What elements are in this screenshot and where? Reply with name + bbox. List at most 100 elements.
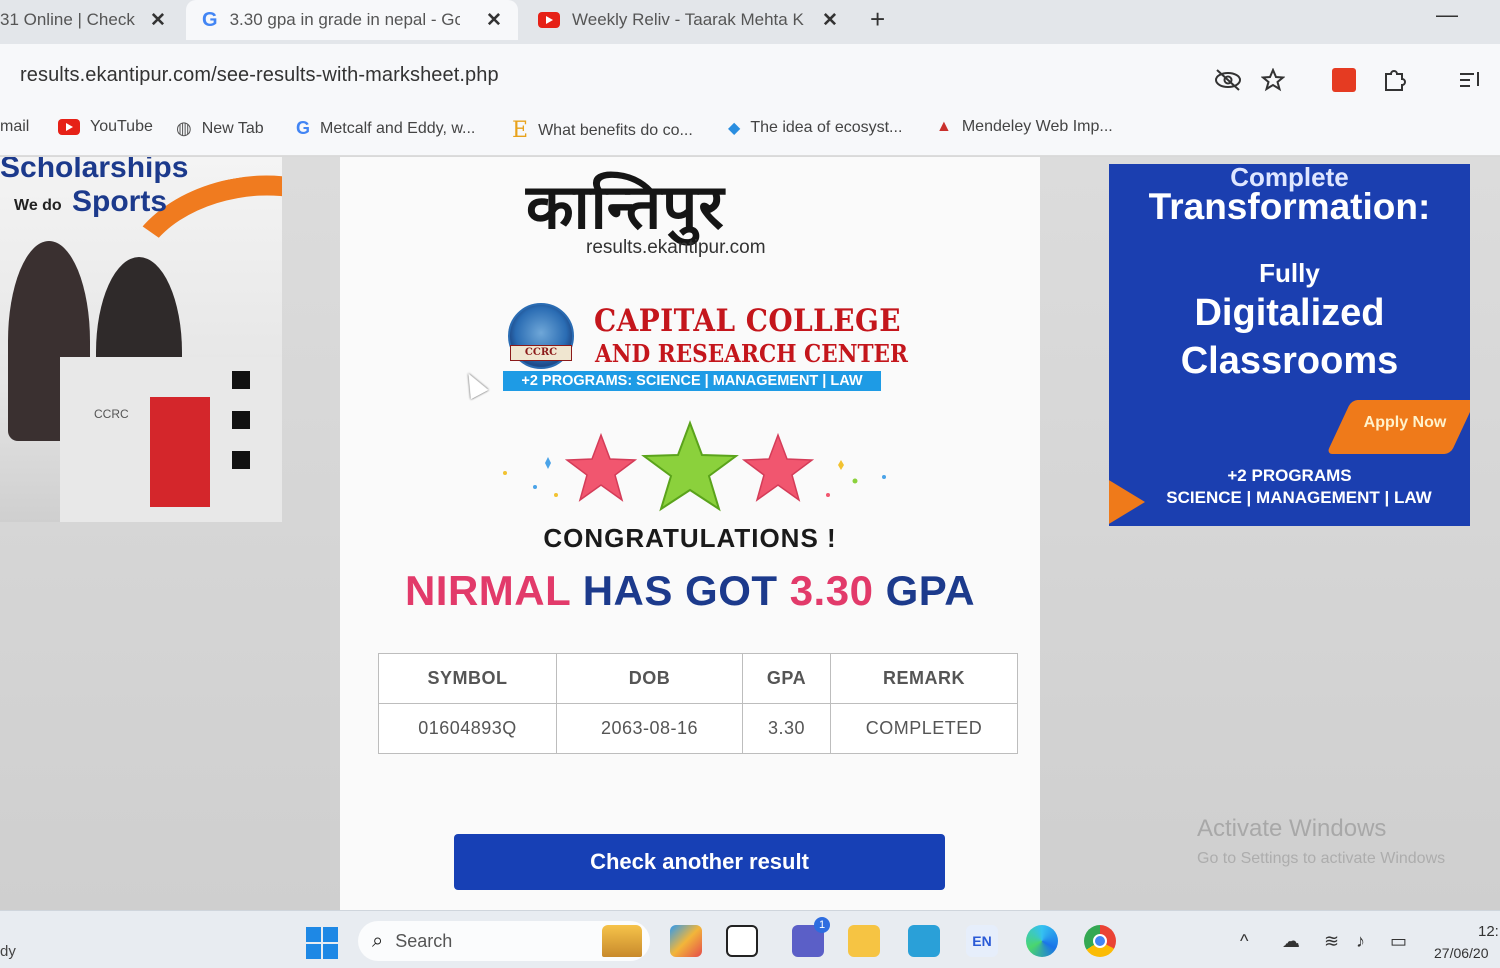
college-building-image: CCRC [60, 357, 282, 522]
bookmark-label: mail [0, 118, 30, 135]
ad-we-do-text: We do [14, 197, 62, 214]
task-view-icon[interactable] [726, 925, 758, 957]
bookmark-mendeley[interactable]: ▲ Mendeley Web Imp... [936, 118, 1113, 136]
ad-classrooms-text: Classrooms [1180, 340, 1399, 382]
college-name-line2: AND RESEARCH CENTER [595, 339, 908, 368]
ad-sports-text: Sports [72, 185, 168, 218]
student-name: NIRMAL [404, 567, 571, 614]
congratulations-heading: CONGRATULATIONS ! [543, 523, 837, 553]
browser-tab-strip: 31 Online | Check ✕ G 3.30 gpa in grade … [0, 0, 1500, 44]
college-programs-banner: +2 PROGRAMS: SCIENCE | MANAGEMENT | LAW [503, 371, 881, 391]
ad-fully-text: Fully [1259, 258, 1320, 288]
ad-programs-text: +2 PROGRAMS [1227, 466, 1352, 485]
taskbar-search-box[interactable]: ⌕ Search [358, 921, 650, 961]
globe-icon: ◍ [176, 118, 192, 138]
google-icon: G [202, 8, 218, 31]
column-header-remark: REMARK [830, 653, 1018, 704]
bookmark-what-benefits[interactable]: E What benefits do co... [512, 118, 693, 143]
reading-list-icon[interactable] [1458, 70, 1484, 90]
ad-scholarships-text: Scholarships [0, 157, 189, 184]
battery-icon[interactable]: ▭ [1390, 931, 1407, 952]
youtube-icon [538, 12, 560, 28]
cloud-icon[interactable]: ☁ [1282, 931, 1300, 952]
puzzle-icon[interactable] [1382, 66, 1408, 92]
cell-gpa: 3.30 [742, 703, 831, 754]
monitor-icon[interactable] [908, 925, 940, 957]
copilot-icon[interactable] [670, 925, 702, 957]
youtube-icon [58, 119, 80, 135]
taskbar-time[interactable]: 12: [1478, 923, 1499, 940]
table-row: 01604893Q 2063-08-16 3.30 COMPLETED [378, 703, 1018, 754]
cell-dob: 2063-08-16 [556, 703, 743, 754]
bookmark-label: What benefits do co... [538, 121, 693, 139]
right-advertisement[interactable]: Complete Transformation: Fully Digitaliz… [1109, 164, 1470, 526]
left-advertisement[interactable]: Scholarships We do Sports CCRC [0, 157, 282, 522]
tab-title: 31 Online | Check [0, 10, 135, 29]
tab-youtube-video[interactable]: Weekly Reliv - Taarak Mehta Ka ✕ [524, 0, 854, 40]
gpa-headline: NIRMAL HAS GOT 3.30 GPA [340, 567, 1040, 615]
bookmarks-bar: mail YouTube ◍ New Tab G Metcalf and Edd… [0, 104, 1500, 156]
language-icon[interactable]: EN [966, 925, 998, 957]
apply-now-button[interactable]: Apply Now [1345, 414, 1465, 432]
windows-start-icon[interactable] [306, 927, 338, 959]
building-window [232, 371, 250, 389]
column-header-symbol: SYMBOL [378, 653, 557, 704]
building-window [232, 411, 250, 429]
cell-symbol: 01604893Q [378, 703, 557, 754]
search-highlight-icon [602, 925, 642, 957]
bookmark-ecosystem[interactable]: ◆ The idea of ecosyst... [728, 118, 902, 138]
cell-remark: COMPLETED [830, 703, 1018, 754]
taskbar-date[interactable]: 27/06/20 [1434, 945, 1489, 961]
check-another-result-button[interactable]: Check another result [454, 834, 945, 890]
column-header-gpa: GPA [742, 653, 831, 704]
tab-title: 3.30 gpa in grade in nepal - Go [229, 10, 460, 29]
celebration-stars-icon [503, 420, 886, 512]
ad-streams-text: SCIENCE | MANAGEMENT | LAW [1166, 488, 1432, 507]
url-field[interactable]: results.ekantipur.com/see-results-with-m… [20, 64, 499, 87]
close-tab-icon[interactable]: ✕ [150, 9, 166, 32]
star-icon[interactable] [1261, 68, 1285, 92]
result-panel: कान्तिपुर results.ekantipur.com CCRC CAP… [340, 157, 1040, 910]
headline-gpa-value: 3.30 [789, 567, 874, 614]
ad-digitalized-text: Digitalized [1194, 292, 1385, 334]
bookmark-youtube[interactable]: YouTube [58, 118, 153, 136]
tab-online-check[interactable]: 31 Online | Check ✕ [0, 0, 180, 40]
chevron-up-icon[interactable]: ^ [1240, 931, 1248, 952]
extension-red-icon[interactable] [1332, 68, 1356, 92]
tab-google-search[interactable]: G 3.30 gpa in grade in nepal - Go ✕ [186, 0, 518, 40]
bookmark-label: Mendeley Web Imp... [961, 118, 1113, 135]
bookmark-metcalf[interactable]: G Metcalf and Eddy, w... [296, 118, 475, 139]
eye-off-icon[interactable] [1214, 68, 1242, 92]
bookmark-label: New Tab [201, 119, 264, 137]
chrome-icon[interactable] [1084, 925, 1116, 957]
tab-title: Weekly Reliv - Taarak Mehta Ka [572, 10, 804, 29]
site-url-text: results.ekantipur.com [586, 237, 766, 258]
volume-icon[interactable]: ♪ [1356, 931, 1365, 952]
close-tab-icon[interactable]: ✕ [486, 9, 502, 32]
search-placeholder: Search [395, 930, 453, 951]
chrome-center [1093, 934, 1107, 948]
result-table: SYMBOL DOB GPA REMARK 01604893Q 2063-08-… [378, 653, 1018, 754]
diamond-icon: ◆ [728, 120, 741, 137]
minimize-button[interactable]: — [1436, 2, 1458, 28]
taskbar-widget-text: dy [0, 943, 16, 960]
search-icon: ⌕ [372, 929, 384, 952]
bookmark-new-tab[interactable]: ◍ New Tab [176, 118, 264, 139]
bookmark-gmail[interactable]: mail [0, 118, 29, 136]
bookmark-label: Metcalf and Eddy, w... [320, 119, 476, 137]
table-header-row: SYMBOL DOB GPA REMARK [378, 653, 1018, 704]
activate-windows-subtitle: Go to Settings to activate Windows [1197, 850, 1446, 867]
notification-badge: 1 [814, 917, 830, 933]
edge-icon[interactable] [1026, 925, 1058, 957]
wifi-icon[interactable]: ≋ [1324, 931, 1339, 952]
teams-icon[interactable]: 1 [792, 917, 830, 957]
ad-transformation-text: Transformation: [1148, 186, 1431, 227]
headline-has-got: HAS GOT [582, 567, 778, 614]
college-emblem-ribbon: CCRC [510, 345, 572, 361]
college-name-line1: CAPITAL COLLEGE [594, 303, 901, 339]
bookmark-label: The idea of ecosyst... [750, 119, 903, 136]
new-tab-button[interactable]: + [870, 4, 885, 35]
kantipur-logo: कान्तिपुर [526, 170, 725, 243]
file-explorer-icon[interactable] [848, 925, 880, 957]
close-tab-icon[interactable]: ✕ [822, 9, 838, 32]
